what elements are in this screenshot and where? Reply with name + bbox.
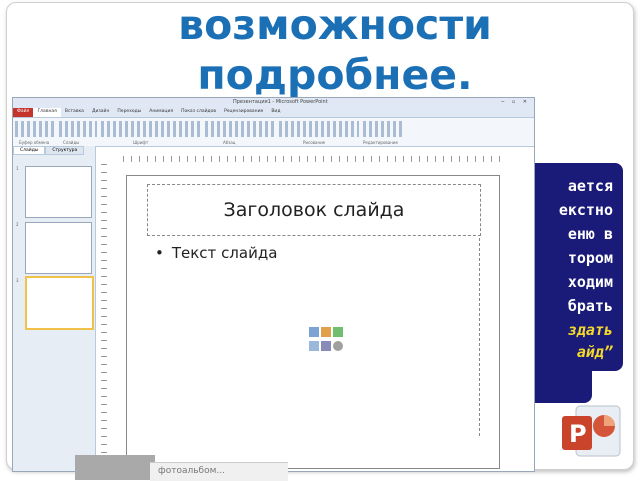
bullet-text: Текст слайда <box>171 244 278 262</box>
bottom-bar <box>75 455 155 480</box>
tab-animations[interactable]: Анимация <box>145 108 177 117</box>
tab-slides[interactable]: Слайды <box>13 146 46 155</box>
panel-tabs: Слайды Структура <box>13 146 95 155</box>
slide-bullet: • Текст слайда <box>155 244 277 262</box>
slides-group[interactable] <box>59 121 97 137</box>
slide-thumbnail-3[interactable] <box>25 276 94 330</box>
callout-line: ается <box>567 177 613 195</box>
editing-group[interactable] <box>363 121 403 137</box>
callout-highlight: здать <box>567 321 613 339</box>
slide-number: 3 <box>16 278 19 283</box>
slide-canvas[interactable]: Заголовок слайда • Текст слайда <box>126 175 500 469</box>
callout-line: ходим <box>567 273 613 291</box>
title-placeholder[interactable]: Заголовок слайда <box>147 184 481 236</box>
tab-file[interactable]: Файл <box>13 108 34 117</box>
paragraph-group[interactable] <box>205 121 275 137</box>
ribbon-group-label: Слайды <box>63 140 80 145</box>
tab-transitions[interactable]: Переходы <box>113 108 145 117</box>
callout-line: брать <box>567 297 613 315</box>
ribbon-group-label: Рисование <box>303 140 326 145</box>
powerpoint-window: Презентация1 - Microsoft PowerPoint ─ ▫ … <box>12 97 535 472</box>
ribbon-group-label: Буфер обмена <box>19 140 50 145</box>
drawing-group[interactable] <box>279 121 359 137</box>
tab-review[interactable]: Рецензирование <box>220 108 267 117</box>
callout-line: тором <box>567 249 613 267</box>
page-heading: возможности подробнее. <box>120 0 550 100</box>
slide-number: 1 <box>16 166 19 171</box>
bullet-icon: • <box>155 244 164 262</box>
heading-line-1: возможности <box>178 1 492 49</box>
slide-title: Заголовок слайда <box>223 199 405 221</box>
ribbon-tabs: Файл Главная Вставка Дизайн Переходы Ани… <box>13 108 534 118</box>
slides-panel: Слайды Структура 1 2 3 <box>13 146 96 471</box>
heading-line-2: подробнее. <box>197 51 473 99</box>
slide-thumbnail-1[interactable] <box>25 166 92 218</box>
tab-design[interactable]: Дизайн <box>88 108 113 117</box>
tab-view[interactable]: Вид <box>267 108 284 117</box>
footer-caption: фотоальбом... <box>150 462 288 481</box>
tab-insert[interactable]: Вставка <box>61 108 88 117</box>
window-titlebar: Презентация1 - Microsoft PowerPoint ─ ▫ … <box>13 98 534 108</box>
powerpoint-logo-icon: P <box>562 405 621 457</box>
horizontal-ruler <box>123 156 503 162</box>
slide-thumbnail-2[interactable] <box>25 222 92 274</box>
callout-line: еню в <box>567 225 613 243</box>
content-placeholder[interactable]: • Текст слайда <box>147 238 480 436</box>
callout-highlight: айд” <box>576 343 613 361</box>
ribbon-group-label: Редактирование <box>363 140 398 145</box>
font-group[interactable] <box>101 121 201 137</box>
insert-content-icons[interactable] <box>307 325 347 359</box>
ribbon-group-label: Шрифт <box>133 140 149 145</box>
vertical-ruler <box>101 163 107 453</box>
clipboard-group[interactable] <box>15 121 55 137</box>
callout-line: екстно <box>558 201 613 219</box>
ribbon-group-label: Абзац <box>223 140 236 145</box>
slide-number: 2 <box>16 222 19 227</box>
ribbon: Буфер обмена Слайды Шрифт Абзац Рисовани… <box>13 118 534 147</box>
window-title: Презентация1 - Microsoft PowerPoint <box>233 99 328 105</box>
window-controls[interactable]: ─ ▫ ✕ <box>501 99 530 105</box>
tab-slideshow[interactable]: Показ слайдов <box>177 108 220 117</box>
tab-outline[interactable]: Структура <box>45 146 85 155</box>
svg-text:P: P <box>569 420 587 448</box>
tab-home[interactable]: Главная <box>33 108 61 117</box>
